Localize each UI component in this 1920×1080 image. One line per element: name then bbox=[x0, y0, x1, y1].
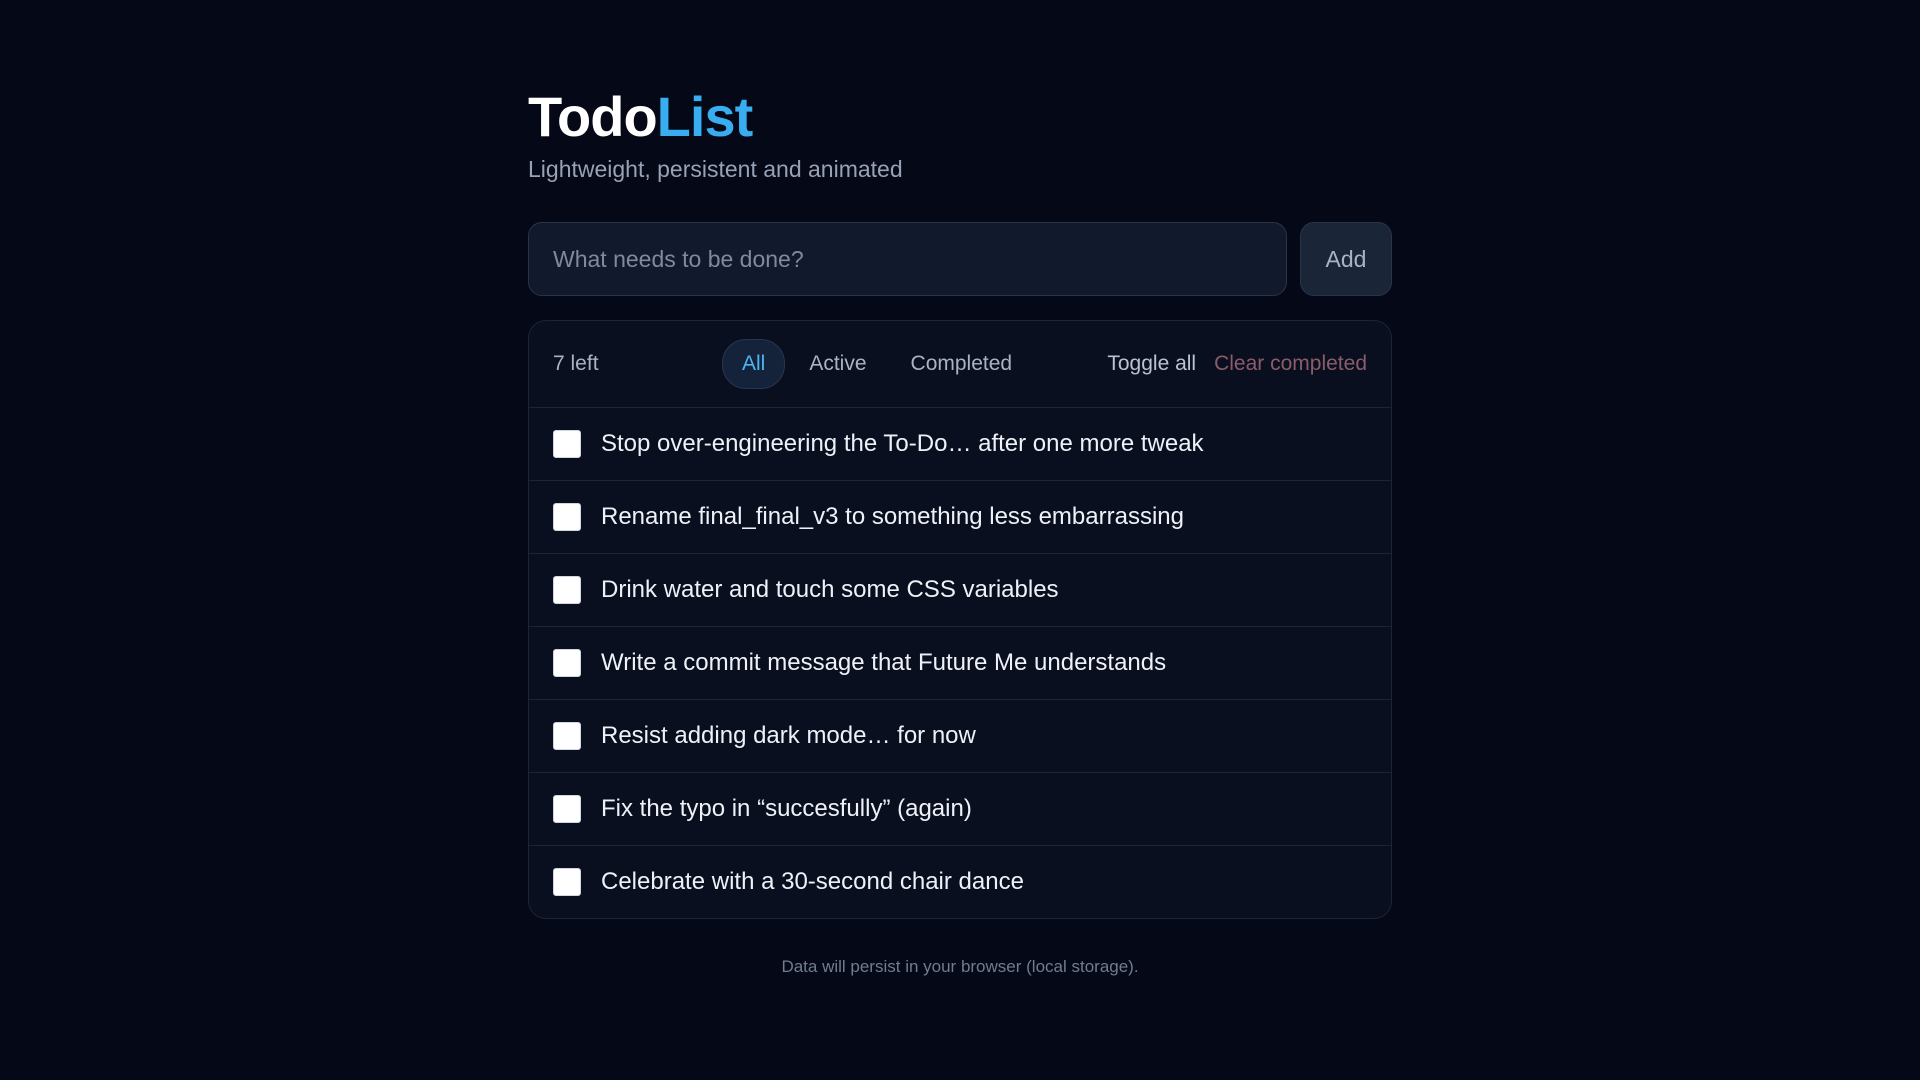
todo-text[interactable]: Resist adding dark mode… for now bbox=[601, 722, 976, 750]
add-button[interactable]: Add bbox=[1300, 222, 1392, 296]
toolbar-actions: Toggle all Clear completed bbox=[1107, 352, 1367, 376]
todo-item: Fix the typo in “succesfully” (again) bbox=[529, 773, 1391, 846]
todo-checkbox[interactable] bbox=[553, 868, 581, 896]
filter-all[interactable]: All bbox=[722, 339, 786, 389]
todo-item: Stop over-engineering the To-Do… after o… bbox=[529, 408, 1391, 481]
todo-item: Rename final_final_v3 to something less … bbox=[529, 481, 1391, 554]
todo-list: Stop over-engineering the To-Do… after o… bbox=[529, 408, 1391, 918]
todo-item: Celebrate with a 30-second chair dance bbox=[529, 846, 1391, 918]
page-title: TodoList bbox=[528, 82, 1392, 152]
filter-group: All Active Completed bbox=[722, 339, 1032, 389]
todo-text[interactable]: Celebrate with a 30-second chair dance bbox=[601, 868, 1024, 896]
filter-active[interactable]: Active bbox=[789, 339, 886, 389]
todo-checkbox[interactable] bbox=[553, 430, 581, 458]
new-todo-input[interactable] bbox=[528, 222, 1287, 296]
todo-checkbox[interactable] bbox=[553, 576, 581, 604]
todo-app: TodoList Lightweight, persistent and ani… bbox=[528, 82, 1392, 977]
todo-checkbox[interactable] bbox=[553, 503, 581, 531]
todo-item: Drink water and touch some CSS variables bbox=[529, 554, 1391, 627]
todo-item: Write a commit message that Future Me un… bbox=[529, 627, 1391, 700]
page-subtitle: Lightweight, persistent and animated bbox=[528, 156, 903, 182]
clear-completed-button[interactable]: Clear completed bbox=[1214, 352, 1367, 376]
todo-checkbox[interactable] bbox=[553, 722, 581, 750]
todo-text[interactable]: Stop over-engineering the To-Do… after o… bbox=[601, 430, 1204, 458]
persistence-note: Data will persist in your browser (local… bbox=[781, 957, 1139, 976]
todo-text[interactable]: Drink water and touch some CSS variables bbox=[601, 576, 1059, 604]
todo-text[interactable]: Fix the typo in “succesfully” (again) bbox=[601, 795, 972, 823]
add-todo-form: Add bbox=[528, 222, 1392, 296]
todo-card: 7 left All Active Completed Toggle all C… bbox=[528, 320, 1392, 919]
todo-toolbar: 7 left All Active Completed Toggle all C… bbox=[529, 321, 1391, 408]
title-part-list: List bbox=[656, 85, 754, 148]
toggle-all-button[interactable]: Toggle all bbox=[1107, 352, 1196, 376]
title-part-todo: Todo bbox=[528, 85, 658, 148]
todo-checkbox[interactable] bbox=[553, 649, 581, 677]
todo-item: Resist adding dark mode… for now bbox=[529, 700, 1391, 773]
todo-text[interactable]: Rename final_final_v3 to something less … bbox=[601, 503, 1184, 531]
items-left-count: 7 left bbox=[553, 352, 599, 375]
todo-text[interactable]: Write a commit message that Future Me un… bbox=[601, 649, 1166, 677]
filter-completed[interactable]: Completed bbox=[891, 339, 1033, 389]
todo-checkbox[interactable] bbox=[553, 795, 581, 823]
